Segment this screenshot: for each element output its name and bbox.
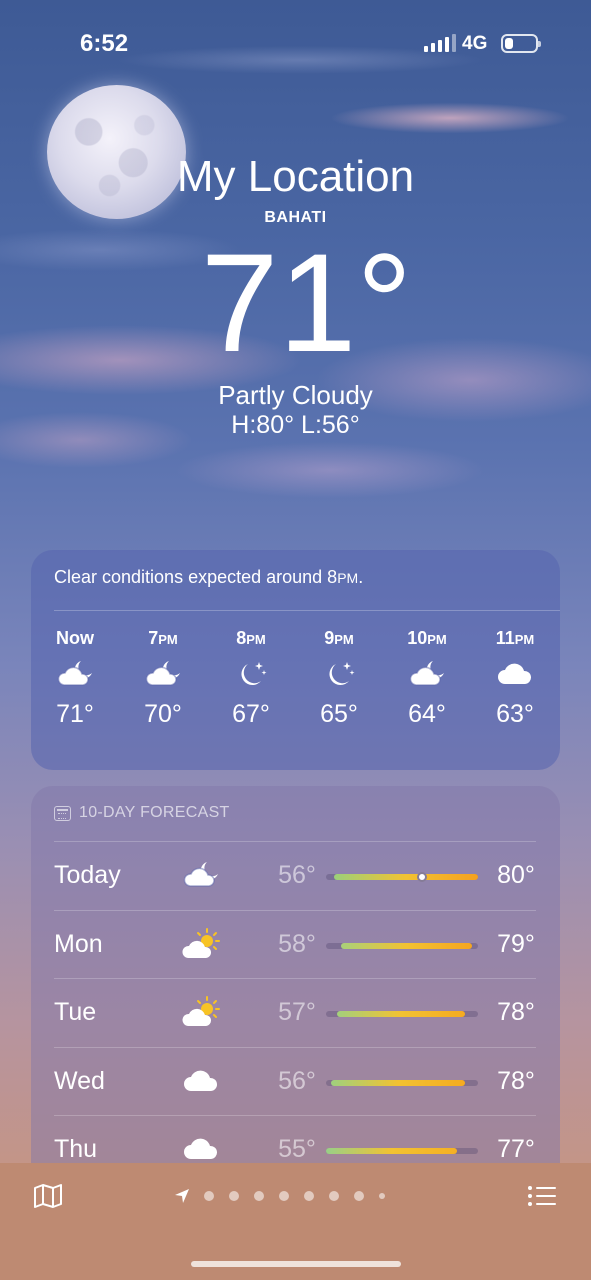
page-dot[interactable] (204, 1191, 214, 1201)
calendar-icon (54, 805, 71, 821)
page-dot[interactable] (254, 1191, 264, 1201)
temperature-range-track (326, 872, 478, 882)
network-type: 4G (462, 33, 488, 54)
page-dot[interactable] (304, 1191, 314, 1201)
temperature-range-bar (326, 1148, 457, 1154)
temperature-range-track (326, 942, 478, 949)
hourly-summary: Clear conditions expected around 8PM. (54, 567, 364, 587)
battery-icon (501, 34, 541, 53)
hour-label: 11PM (495, 628, 535, 648)
temperature-range-track (326, 1011, 478, 1017)
temperature-range-bar (331, 1079, 465, 1086)
home-indicator[interactable] (191, 1261, 401, 1267)
cloud-sun-icon (179, 924, 223, 964)
day-low: 56° (278, 861, 316, 889)
day-row[interactable]: Tue 57° 78° (54, 978, 536, 1046)
hour-label: 10PM (407, 628, 447, 648)
day-high: 77° (497, 1135, 535, 1163)
day-low: 55° (278, 1135, 316, 1163)
cloud-moon-icon (383, 652, 471, 696)
hour-item: 9PM 65° (295, 628, 383, 729)
daily-forecast-header: 10-DAY FORECAST (54, 804, 230, 822)
day-row[interactable]: Wed 56° 78° (54, 1047, 536, 1115)
page-dot[interactable] (229, 1191, 239, 1201)
hour-temperature: 63° (496, 700, 534, 728)
daily-forecast-title: 10-DAY FORECAST (79, 804, 230, 821)
page-dot[interactable] (354, 1191, 364, 1201)
hour-item: 10PM 64° (383, 628, 471, 729)
high-low: H:80° L:56° (231, 411, 360, 439)
hour-item: 11PM 63° (471, 628, 559, 729)
hour-label: 7PM (148, 628, 178, 648)
day-name: Today (54, 861, 121, 889)
moon-stars-icon (207, 652, 295, 696)
day-name: Mon (54, 929, 103, 958)
location-arrow-icon (175, 1189, 189, 1203)
temperature-range-track (326, 1148, 478, 1154)
current-temp-marker (417, 872, 427, 882)
hour-item: 7PM 70° (119, 628, 207, 729)
day-low: 58° (278, 929, 316, 958)
temperature-range-bar (337, 1011, 465, 1017)
day-high: 80° (497, 861, 535, 889)
day-high: 78° (497, 1066, 535, 1095)
hourly-list[interactable]: Now 71° 7PM 70° 8PM 67° 9PM 65° 10PM 64° 11PM 63° (31, 628, 560, 729)
moon-stars-icon (295, 652, 383, 696)
hour-label: 8PM (236, 628, 266, 648)
temperature-range-bar (341, 942, 472, 949)
location-title: My Location (176, 152, 415, 201)
day-name: Thu (54, 1135, 98, 1163)
current-condition: Partly Cloudy (218, 380, 373, 410)
status-time: 6:52 (80, 30, 129, 57)
status-bar: 6:52 4G (0, 0, 591, 80)
hour-item: 8PM 67° (207, 628, 295, 729)
hour-label: Now (56, 628, 94, 648)
cloud-icon (179, 1061, 223, 1101)
hour-label: 9PM (324, 628, 354, 648)
hour-temperature: 71° (56, 700, 94, 728)
map-icon[interactable] (33, 1183, 63, 1214)
page-dot[interactable] (379, 1193, 385, 1199)
signal-icon (424, 34, 456, 52)
page-dot[interactable] (329, 1191, 339, 1201)
day-high: 78° (497, 998, 535, 1026)
day-row[interactable]: Mon 58° 79° (54, 910, 536, 978)
day-row[interactable]: Today 56° 80° (54, 841, 536, 909)
hour-temperature: 70° (144, 700, 182, 728)
hour-temperature: 67° (232, 700, 270, 728)
hour-temperature: 64° (408, 700, 446, 728)
cloud-moon-icon (179, 855, 223, 895)
cloud-sun-icon (179, 992, 223, 1032)
hourly-divider (54, 610, 560, 611)
day-name: Tue (54, 998, 97, 1026)
daily-forecast-card[interactable]: 10-DAY FORECAST Today 56° 80° Mon 58° 79° Tue 5… (31, 786, 560, 1206)
cloud-moon-icon (119, 652, 207, 696)
day-name: Wed (54, 1066, 105, 1095)
temperature-range-bar (334, 874, 478, 880)
temperature-range-track (326, 1079, 478, 1086)
hour-item: Now 71° (31, 628, 119, 729)
current-temperature: 71° (200, 224, 413, 381)
cloud-icon (471, 652, 559, 696)
page-dot[interactable] (279, 1191, 289, 1201)
cloud-moon-icon (31, 652, 119, 696)
hour-temperature: 65° (320, 700, 358, 728)
page-indicator[interactable] (174, 1188, 400, 1204)
list-icon[interactable] (527, 1185, 557, 1212)
day-low: 57° (278, 998, 316, 1026)
hourly-forecast-card[interactable]: Clear conditions expected around 8PM. No… (31, 550, 560, 770)
day-low: 56° (278, 1066, 316, 1095)
day-high: 79° (497, 929, 535, 958)
